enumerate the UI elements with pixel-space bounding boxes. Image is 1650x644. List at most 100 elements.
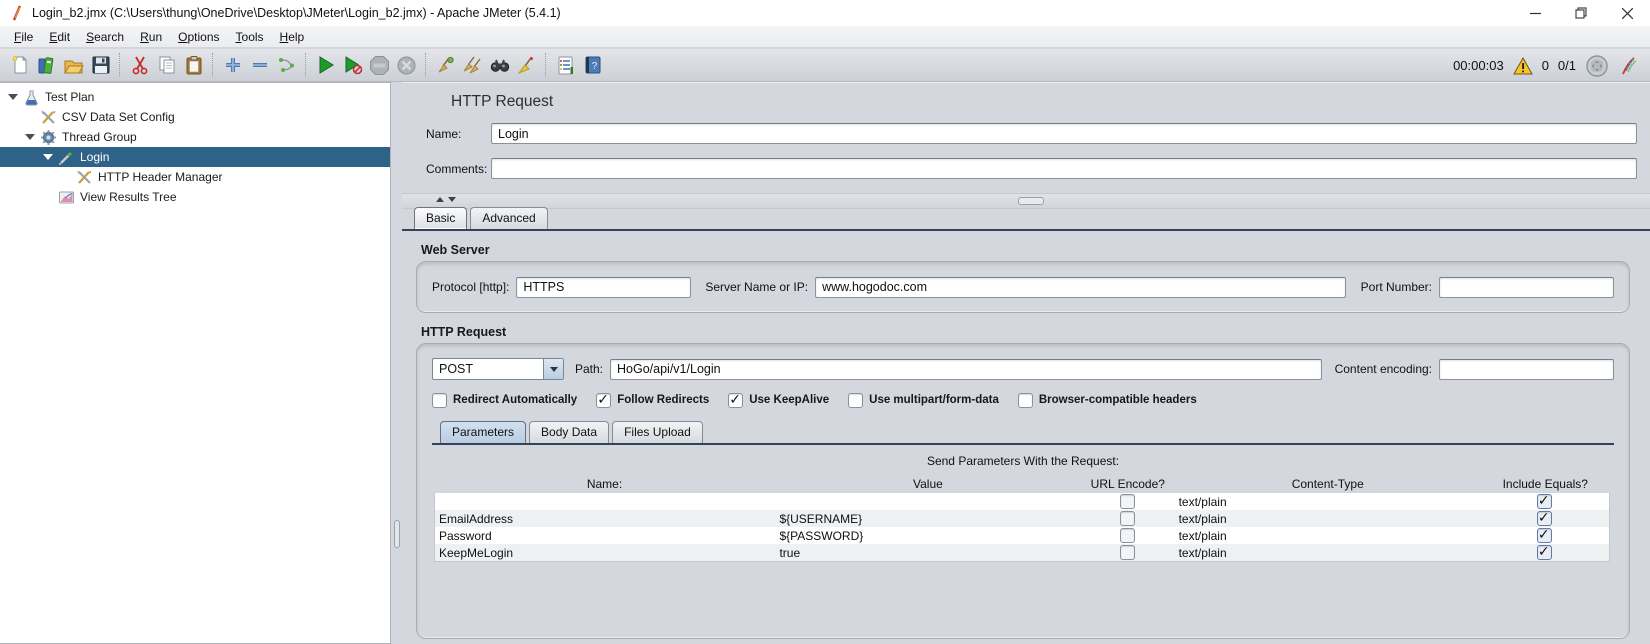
param-value-cell[interactable]: [775, 493, 1080, 510]
include-equals-checkbox[interactable]: [1536, 544, 1552, 560]
minimize-button[interactable]: [1512, 0, 1558, 26]
url-encode-checkbox[interactable]: [1120, 545, 1136, 560]
protocol-input[interactable]: [516, 276, 692, 298]
expander-icon[interactable]: [8, 92, 18, 102]
param-value-cell[interactable]: ${PASSWORD}: [775, 527, 1080, 544]
search-icon[interactable]: [486, 52, 513, 79]
content-encoding-input[interactable]: [1439, 358, 1614, 380]
content-type-cell[interactable]: text/plain: [1175, 510, 1480, 527]
url-encode-checkbox[interactable]: [1120, 511, 1136, 526]
tab-parameters[interactable]: Parameters: [440, 421, 527, 443]
param-name-cell[interactable]: Password: [435, 527, 775, 544]
param-row[interactable]: Password ${PASSWORD} text/plain: [435, 527, 1609, 544]
url-encode-checkbox[interactable]: [1120, 528, 1136, 543]
path-input[interactable]: [610, 358, 1322, 380]
expander-icon[interactable]: [25, 132, 35, 142]
paste-icon[interactable]: [180, 52, 207, 79]
method-select[interactable]: POST: [432, 358, 564, 380]
tab-body-data[interactable]: Body Data: [529, 421, 610, 443]
url-encode-checkbox[interactable]: [1120, 494, 1136, 509]
clear-all-icon[interactable]: [459, 52, 486, 79]
tree-item-http-header-manager[interactable]: HTTP Header Manager: [0, 167, 390, 187]
option-browser-compatible-headers[interactable]: Browser-compatible headers: [1017, 392, 1197, 408]
menu-run[interactable]: Run: [132, 28, 170, 46]
splitter-collapse-arrows[interactable]: [436, 197, 456, 202]
tab-files-upload[interactable]: Files Upload: [612, 421, 703, 443]
tree-item-csv-data-set-config[interactable]: CSV Data Set Config: [0, 107, 390, 127]
collapse-down-icon[interactable]: [448, 197, 456, 202]
collapse-up-icon[interactable]: [436, 197, 444, 202]
threads-state-icon[interactable]: [1585, 54, 1609, 78]
divider-grip[interactable]: [394, 520, 400, 548]
param-value-cell[interactable]: true: [775, 544, 1080, 561]
column-header-content-type[interactable]: Content-Type: [1175, 475, 1481, 493]
expand-all-icon[interactable]: [219, 52, 246, 79]
column-header-include-equals[interactable]: Include Equals?: [1481, 475, 1610, 493]
include-equals-checkbox[interactable]: [1536, 527, 1552, 543]
checkbox-icon[interactable]: [596, 391, 612, 408]
checkbox-icon[interactable]: [1017, 392, 1033, 408]
shutdown-icon[interactable]: [393, 52, 420, 79]
param-row[interactable]: text/plain: [435, 493, 1609, 510]
help-icon[interactable]: ?: [579, 52, 606, 79]
cut-icon[interactable]: [126, 52, 153, 79]
horizontal-splitter[interactable]: [402, 193, 1650, 209]
param-row[interactable]: KeepMeLogin true text/plain: [435, 544, 1609, 561]
tab-advanced[interactable]: Advanced: [470, 207, 548, 229]
param-row[interactable]: EmailAddress ${USERNAME} text/plain: [435, 510, 1609, 527]
tree-item-thread-group[interactable]: Thread Group: [0, 127, 390, 147]
include-equals-checkbox[interactable]: [1536, 493, 1552, 509]
expander-icon[interactable]: [43, 152, 53, 162]
column-header-url-encode[interactable]: URL Encode?: [1081, 475, 1175, 493]
stop-icon[interactable]: [366, 52, 393, 79]
option-redirect-automatically[interactable]: Redirect Automatically: [432, 392, 577, 408]
close-button[interactable]: [1604, 0, 1650, 26]
name-input[interactable]: [491, 123, 1637, 144]
function-helper-icon[interactable]: [552, 52, 579, 79]
content-type-cell[interactable]: text/plain: [1175, 527, 1480, 544]
checkbox-icon[interactable]: [432, 392, 447, 408]
menu-options[interactable]: Options: [170, 28, 227, 46]
column-header-value[interactable]: Value: [775, 475, 1081, 493]
menu-search[interactable]: Search: [78, 28, 132, 46]
save-icon[interactable]: [87, 52, 114, 79]
option-use-keepalive[interactable]: Use KeepAlive: [728, 391, 829, 408]
menu-edit[interactable]: Edit: [41, 28, 78, 46]
menu-file[interactable]: File: [6, 28, 41, 46]
param-value-cell[interactable]: ${USERNAME}: [775, 510, 1080, 527]
search-reset-icon[interactable]: [513, 52, 540, 79]
column-header-name[interactable]: Name:: [434, 475, 775, 493]
toggle-icon[interactable]: [273, 52, 300, 79]
checkbox-icon[interactable]: [848, 392, 864, 408]
tab-basic[interactable]: Basic: [414, 207, 468, 229]
comments-input[interactable]: [491, 158, 1637, 179]
start-no-pauses-icon[interactable]: [339, 52, 366, 79]
clear-icon[interactable]: [432, 52, 459, 79]
new-file-icon[interactable]: [6, 52, 33, 79]
tree-item-login[interactable]: Login: [0, 147, 390, 167]
include-equals-checkbox[interactable]: [1536, 510, 1552, 526]
option-follow-redirects[interactable]: Follow Redirects: [596, 391, 709, 408]
server-name-input[interactable]: [815, 276, 1346, 298]
param-name-cell[interactable]: KeepMeLogin: [435, 544, 775, 561]
splitter-grip[interactable]: [1018, 197, 1044, 205]
param-name-cell[interactable]: EmailAddress: [435, 510, 775, 527]
copy-icon[interactable]: [153, 52, 180, 79]
open-file-icon[interactable]: [60, 52, 87, 79]
templates-icon[interactable]: [33, 52, 60, 79]
content-type-cell[interactable]: text/plain: [1175, 493, 1480, 510]
option-use-multipart[interactable]: Use multipart/form-data: [848, 392, 999, 408]
restore-button[interactable]: [1558, 0, 1604, 26]
menu-help[interactable]: Help: [272, 28, 313, 46]
start-icon[interactable]: [312, 52, 339, 79]
menu-tools[interactable]: Tools: [228, 28, 272, 46]
tree-item-test-plan[interactable]: Test Plan: [0, 87, 390, 107]
warning-icon[interactable]: [1512, 56, 1533, 75]
collapse-all-icon[interactable]: [246, 52, 273, 79]
tree-item-view-results-tree[interactable]: View Results Tree: [0, 187, 390, 207]
checkbox-icon[interactable]: [728, 391, 744, 408]
content-type-cell[interactable]: text/plain: [1175, 544, 1480, 561]
chevron-down-icon[interactable]: [543, 359, 563, 379]
port-number-input[interactable]: [1439, 276, 1614, 298]
param-name-cell[interactable]: [435, 493, 775, 510]
